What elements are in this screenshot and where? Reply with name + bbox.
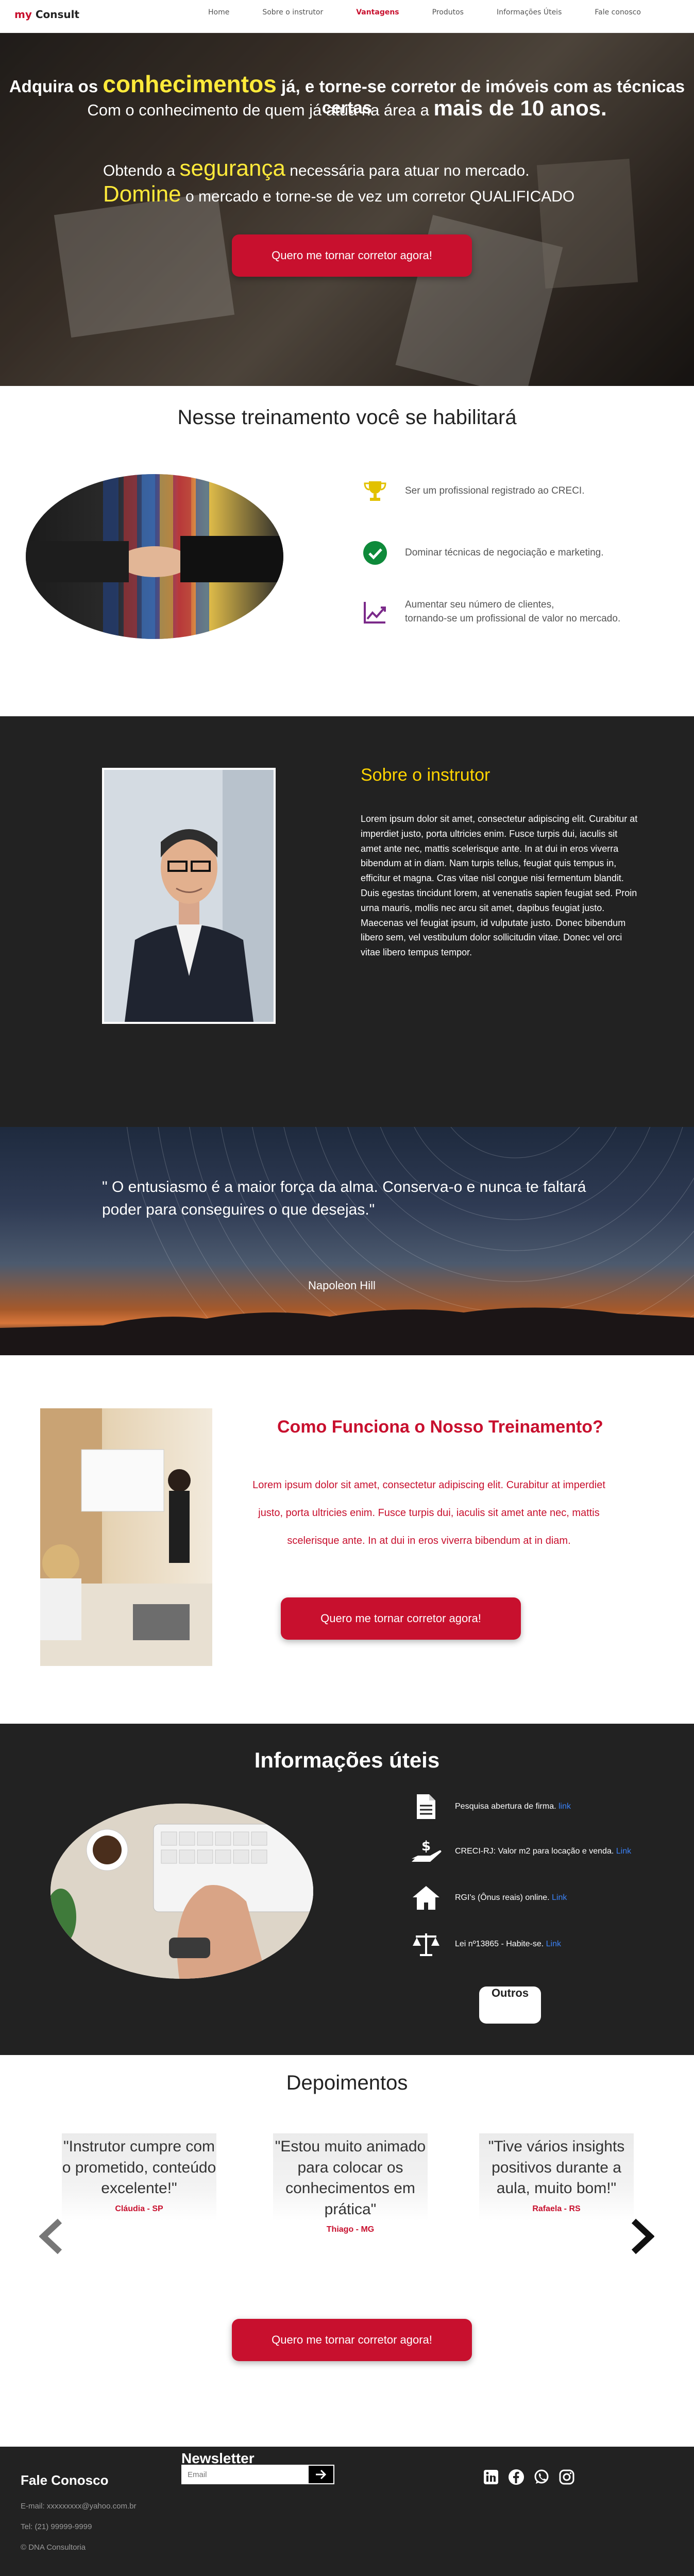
footer-phone: Tel: (21) 99999-9999 (21, 2522, 92, 2531)
testimonial-author: Cláudia - SP (115, 2204, 163, 2213)
whatsapp-icon[interactable] (533, 2468, 550, 2486)
quote-section (0, 1127, 694, 1355)
info-item: $ CRECI-RJ: Valor m2 para locação e vend… (410, 1837, 631, 1866)
instrutor-title: Sobre o instrutor (361, 765, 490, 785)
keyboard-image (50, 1804, 313, 1979)
info-title: Informações úteis (254, 1748, 440, 1772)
hero-line-domine: Domine o mercado e torne-se de vez um co… (103, 181, 574, 207)
hero-text: Obtendo a (103, 162, 176, 179)
trend-up-icon (361, 598, 390, 627)
outros-button[interactable]: Outros (479, 1986, 541, 2024)
testimonial-author: Rafaela - RS (532, 2204, 581, 2213)
testimonial-card: "Tive vários insights positivos durante … (479, 2133, 634, 2221)
scale-icon (410, 1930, 443, 1959)
info-label: Pesquisa abertura de firma. (455, 1802, 556, 1811)
hero-subheadline: Com o conhecimento de quem já atua na ár… (0, 96, 694, 121)
carousel-next-icon[interactable] (629, 2218, 655, 2254)
info-link[interactable]: Link (546, 1940, 561, 1948)
instructor-photo (102, 768, 276, 1024)
nav-item-home[interactable]: Home (192, 8, 246, 16)
depoimentos-cta-button[interactable]: Quero me tornar corretor agora! (232, 2319, 472, 2361)
footer-copyright: © DNA Consultoria (21, 2543, 86, 2552)
trophy-icon (361, 477, 390, 506)
svg-text:$: $ (421, 1839, 431, 1854)
benefit-text: Ser um profissional registrado ao CRECI. (405, 485, 585, 496)
benefit-item: Dominar técnicas de negociação e marketi… (361, 538, 603, 567)
testimonial-card: "Estou muito animado para colocar os con… (273, 2133, 428, 2234)
depoimentos-title: Depoimentos (286, 2072, 408, 2094)
info-text: RGI's (Ônus reais) online. Link (455, 1893, 567, 1902)
nav-item-produtos[interactable]: Produtos (416, 8, 480, 16)
testimonial-quote: "Tive vários insights positivos durante … (488, 2138, 625, 2197)
arrow-right-icon (316, 2469, 327, 2480)
como-title: Como Funciona o Nosso Treinamento? (277, 1417, 603, 1437)
nav-item-vantagens[interactable]: Vantagens (340, 8, 415, 16)
info-item: Pesquisa abertura de firma. link (410, 1792, 571, 1821)
handshake-image (26, 474, 283, 639)
benefit-item: Ser um profissional registrado ao CRECI. (361, 477, 584, 506)
logo-my: my (14, 8, 32, 21)
house-icon (410, 1883, 443, 1912)
habilitar-title: Nesse treinamento você se habilitará (177, 406, 517, 429)
testimonial-quote: "Instrutor cumpre com o prometido, conte… (62, 2138, 216, 2197)
page: my Consult Home Sobre o instrutor Vantag… (0, 0, 694, 2576)
info-label: CRECI-RJ: Valor m2 para locação e venda. (455, 1847, 614, 1856)
footer (0, 2447, 694, 2576)
nav-item-informacoes[interactable]: Informações Úteis (480, 8, 578, 16)
top-navbar: my Consult Home Sobre o instrutor Vantag… (0, 0, 694, 33)
benefit-text: Aumentar seu número de clientes, tornand… (405, 598, 620, 626)
hero-text: Adquira os (9, 77, 98, 96)
info-text: Lei nº13865 - Habite-se. Link (455, 1940, 561, 1949)
hero-highlight: conhecimentos (103, 71, 277, 97)
info-label: RGI's (Ônus reais) online. (455, 1893, 550, 1902)
instagram-icon[interactable] (558, 2468, 575, 2486)
testimonial-quote: "Estou muito animado para colocar os con… (275, 2138, 426, 2218)
instrutor-text: Lorem ipsum dolor sit amet, consectetur … (361, 814, 638, 958)
testimonial-card: "Instrutor cumpre com o prometido, conte… (62, 2133, 216, 2221)
quote-author: Napoleon Hill (308, 1279, 376, 1292)
info-link[interactable]: link (558, 1802, 571, 1811)
como-cta-button[interactable]: Quero me tornar corretor agora! (281, 1597, 521, 1640)
hero-text: o mercado e torne-se de vez um corretor … (185, 188, 575, 205)
nav-item-fale-conosco[interactable]: Fale conosco (578, 8, 657, 16)
como-text: Lorem ipsum dolor sit amet, consectetur … (252, 1479, 605, 1546)
hero-text: Com o conhecimento de quem já atua na ár… (87, 101, 429, 119)
hero-highlight: segurança (179, 156, 285, 181)
hero-highlight: mais de 10 anos. (433, 96, 607, 120)
hero-text: necessária para atuar no mercado. (290, 162, 530, 179)
benefit-text-line: tornando-se um profissional de valor no … (405, 613, 621, 624)
info-label: Lei nº13865 - Habite-se. (455, 1940, 544, 1948)
facebook-icon[interactable] (507, 2468, 525, 2486)
logo-consult: Consult (35, 8, 80, 21)
hero-cta-button[interactable]: Quero me tornar corretor agora! (232, 234, 472, 277)
info-link[interactable]: Link (616, 1847, 631, 1856)
info-text: CRECI-RJ: Valor m2 para locação e venda.… (455, 1847, 631, 1856)
quote-text: " O entusiasmo é a maior força da alma. … (102, 1178, 586, 1218)
linkedin-icon[interactable] (482, 2468, 500, 2486)
document-icon (410, 1792, 443, 1821)
benefit-item: Aumentar seu número de clientes, tornand… (361, 598, 620, 627)
hand-money-icon: $ (410, 1837, 443, 1866)
logo[interactable]: my Consult (14, 8, 79, 21)
newsletter-email-input[interactable] (181, 2465, 308, 2484)
footer-email: E-mail: xxxxxxxxx@yahoo.com.br (21, 2502, 137, 2511)
newsletter-submit-button[interactable] (308, 2465, 334, 2484)
testimonial-author: Thiago - MG (326, 2225, 375, 2234)
hero-line-seguranca: Obtendo a segurança necessária para atua… (103, 156, 530, 181)
benefit-text: Dominar técnicas de negociação e marketi… (405, 547, 604, 558)
footer-fale-title: Fale Conosco (21, 2472, 109, 2488)
info-link[interactable]: Link (552, 1893, 567, 1902)
nav-links: Home Sobre o instrutor Vantagens Produto… (192, 8, 657, 16)
info-text: Pesquisa abertura de firma. link (455, 1802, 571, 1811)
benefit-text-line: Aumentar seu número de clientes, (405, 599, 554, 611)
info-item: Lei nº13865 - Habite-se. Link (410, 1930, 561, 1959)
nav-item-sobre[interactable]: Sobre o instrutor (246, 8, 340, 16)
check-circle-icon (361, 538, 390, 567)
info-item: RGI's (Ônus reais) online. Link (410, 1883, 567, 1912)
hero-highlight: Domine (103, 181, 181, 207)
carousel-prev-icon[interactable] (39, 2218, 65, 2254)
training-photo (40, 1408, 212, 1666)
